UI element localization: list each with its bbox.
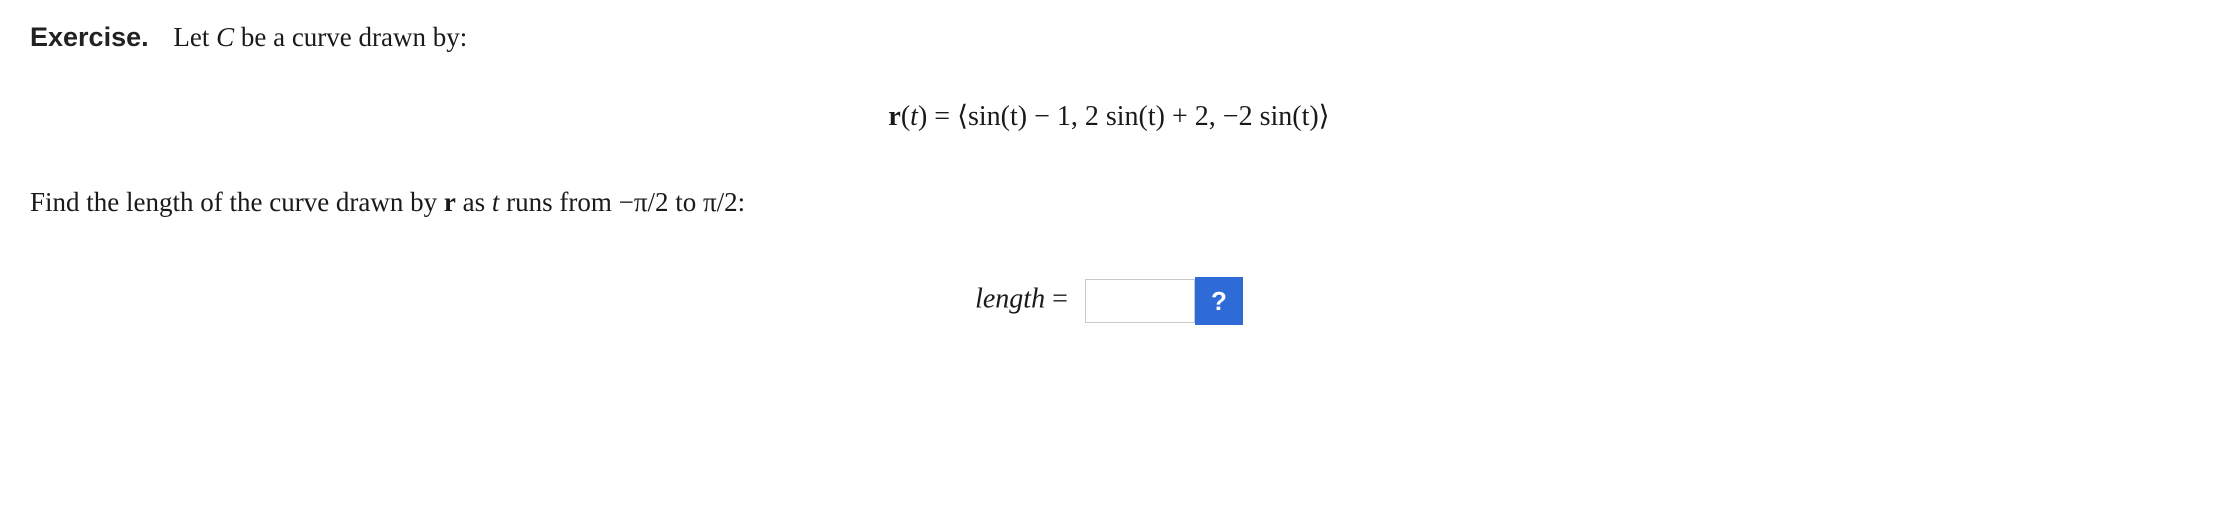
equation-rhs: ⟨sin(t) − 1, 2 sin(t) + 2, −2 sin(t)⟩ [957, 101, 1330, 132]
equation-lhs-r: r [888, 101, 900, 132]
equation-lhs: r(t) [888, 101, 934, 132]
equation-block: r(t) = ⟨sin(t) − 1, 2 sin(t) + 2, −2 sin… [30, 97, 2188, 138]
hint-button[interactable]: ? [1195, 277, 1243, 325]
intro-curve-var: C [216, 22, 234, 52]
equation-lhs-var: t [910, 101, 918, 132]
prompt-p1: Find the length of the curve drawn by [30, 187, 444, 217]
prompt-p3: runs from −π/2 to π/2: [499, 187, 745, 217]
exercise-intro: Let C be a curve drawn by: [173, 22, 467, 52]
exercise-label: Exercise. [30, 22, 149, 52]
equation-eq: = [934, 101, 957, 132]
equation-lhs-open: ( [901, 101, 910, 132]
prompt-line: Find the length of the curve drawn by r … [30, 183, 2188, 222]
equation-lhs-close: ) [918, 101, 927, 132]
answer-eq: = [1045, 283, 1075, 314]
answer-label: length [975, 283, 1045, 314]
exercise-container: Exercise. Let C be a curve drawn by: r(t… [0, 0, 2218, 355]
intro-suffix: be a curve drawn by: [234, 22, 467, 52]
answer-input[interactable] [1085, 279, 1195, 323]
prompt-p2: as [456, 187, 492, 217]
answer-line: length = ? [30, 277, 2188, 325]
exercise-heading-line: Exercise. Let C be a curve drawn by: [30, 18, 2188, 57]
intro-prefix: Let [173, 22, 216, 52]
prompt-r: r [444, 187, 456, 217]
